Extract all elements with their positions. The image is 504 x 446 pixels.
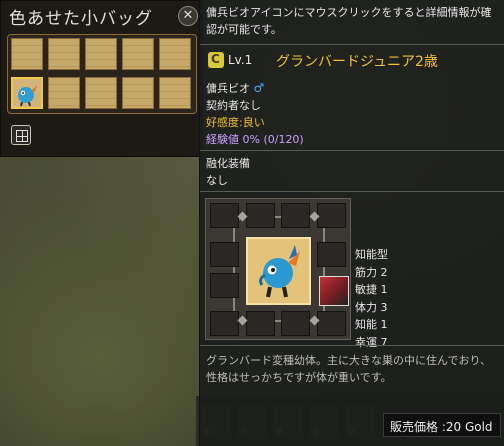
equipment-panel	[205, 198, 351, 340]
level-icon	[208, 52, 224, 68]
equip-slot[interactable]	[246, 311, 275, 336]
close-icon[interactable]: ✕	[178, 6, 198, 26]
bag-slot[interactable]	[85, 38, 117, 70]
stat-label: 筋力	[355, 265, 377, 279]
equip-slot[interactable]	[210, 242, 239, 267]
equip-slot[interactable]	[281, 311, 310, 336]
mercenary-label: 傭兵ビオ	[206, 82, 250, 95]
bag-slot[interactable]	[48, 77, 80, 109]
stat-label: 体力	[355, 300, 377, 314]
pet-portrait-icon	[259, 245, 300, 298]
stat-row: 知能 1	[355, 316, 388, 334]
pet-bird-icon	[18, 85, 37, 107]
pet-name: グランバードジュニア2歳	[276, 54, 438, 70]
bag-title: 色あせた小バッグ	[9, 9, 153, 29]
bag-slot[interactable]	[122, 77, 154, 109]
equip-slot[interactable]	[281, 203, 310, 228]
equip-slot[interactable]	[210, 273, 239, 298]
stat-value: 7	[380, 335, 388, 349]
bag-slot[interactable]	[159, 38, 191, 70]
sale-price: 販売価格 :20 Gold	[390, 420, 493, 434]
equip-slot[interactable]	[210, 311, 239, 336]
stat-row: 体力 3	[355, 299, 388, 317]
bag-grid	[7, 34, 197, 114]
stats-type: 知能型	[355, 248, 388, 261]
grid-icon[interactable]	[11, 125, 31, 145]
equip-slot[interactable]	[317, 311, 346, 336]
bag-slot[interactable]	[48, 38, 80, 70]
equip-slot[interactable]	[210, 203, 239, 228]
tooltip-header: 傭兵ビオアイコンにマウスクリックをすると詳細情報が確認が可能です。	[206, 6, 492, 36]
divider	[200, 44, 504, 45]
fusion-value: なし	[206, 174, 228, 187]
equip-slot[interactable]	[246, 203, 275, 228]
stat-value: 1	[380, 283, 388, 296]
bag-slot-selected[interactable]	[11, 77, 43, 109]
affinity-text: 好感度:良い	[206, 116, 265, 129]
bag-slot[interactable]	[85, 77, 117, 109]
contract-text: 契約者なし	[206, 99, 261, 112]
equip-slot[interactable]	[317, 203, 346, 228]
exp-text: 経験値 0% (0/120)	[206, 133, 304, 146]
stat-value: 1	[380, 318, 388, 331]
fusion-label: 融化装備	[206, 157, 250, 170]
divider	[200, 191, 504, 192]
male-icon: ♂	[253, 81, 265, 95]
bag-slot[interactable]	[122, 38, 154, 70]
stat-label: 知能	[355, 318, 377, 331]
stat-label: 敏捷	[355, 283, 377, 296]
stats-block: 知能型 筋力 2 敏捷 1 体力 3 知能 1 幸運 7	[355, 246, 388, 351]
stat-row: 筋力 2	[355, 264, 388, 282]
divider	[200, 345, 504, 346]
bag-slot[interactable]	[11, 38, 43, 70]
pet-level: Lv.1	[228, 53, 253, 67]
item-tooltip: 傭兵ビオアイコンにマウスクリックをすると詳細情報が確認が可能です。 Lv.1 グ…	[199, 0, 504, 446]
fusion-item-icon[interactable]	[319, 276, 349, 306]
pet-description: グランバード変種幼体。主に大きな巣の中に住んでおり、性格はせっかちですが体が重い…	[206, 354, 492, 384]
stat-value: 2	[380, 265, 388, 279]
stat-value: 3	[380, 300, 388, 314]
stat-row: 敏捷 1	[355, 281, 388, 299]
stat-row: 幸運 7	[355, 334, 388, 352]
bag-slot[interactable]	[159, 77, 191, 109]
bag-window: 色あせた小バッグ ✕	[0, 0, 203, 157]
mercenary-row: 傭兵ビオ ♂	[206, 80, 264, 96]
stat-label: 幸運	[355, 335, 377, 349]
price-box: 販売価格 :20 Gold	[383, 413, 501, 437]
divider	[200, 150, 504, 151]
pet-portrait[interactable]	[246, 237, 311, 305]
equip-slot[interactable]	[317, 242, 346, 267]
